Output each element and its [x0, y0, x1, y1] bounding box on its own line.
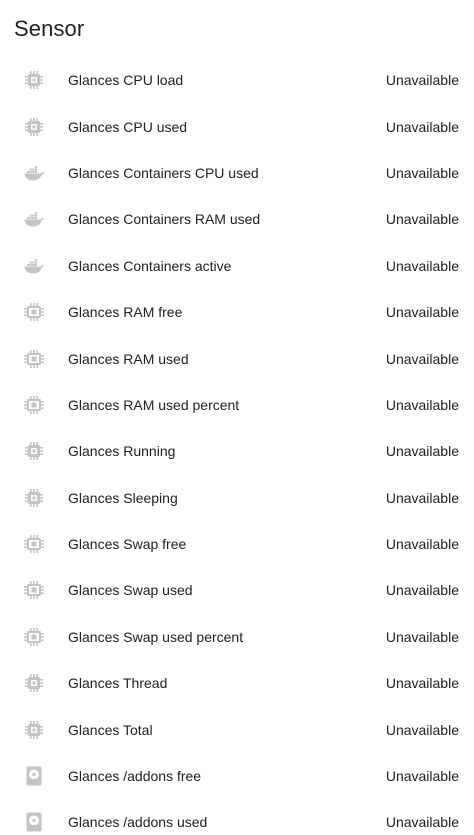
entity-state: Unavailable [385, 118, 459, 135]
entity-state: Unavailable [385, 582, 459, 599]
entity-name: Glances Sleeping [68, 489, 178, 506]
entity-name: Glances Thread [68, 675, 168, 692]
entity-name: Glances RAM free [68, 304, 183, 321]
entity-state: Unavailable [385, 814, 459, 831]
memory-icon [22, 532, 46, 556]
chip-icon [22, 486, 46, 510]
sensor-card: Sensor Glances CPU load Unavailable Glan… [0, 0, 474, 835]
entity-row[interactable]: Glances /addons free Unavailable [0, 753, 474, 799]
harddisk-icon [22, 810, 46, 834]
entity-state: Unavailable [385, 211, 459, 228]
memory-icon [22, 393, 46, 417]
entity-row[interactable]: Glances /addons used Unavailable [0, 799, 474, 835]
entity-state: Unavailable [385, 628, 459, 645]
entity-name: Glances Swap used [68, 582, 193, 599]
entity-row[interactable]: Glances Swap free Unavailable [0, 521, 474, 567]
entity-row[interactable]: Glances Swap used percent Unavailable [0, 614, 474, 660]
chip-icon [22, 115, 46, 139]
entity-row[interactable]: Glances CPU used Unavailable [0, 103, 474, 149]
harddisk-icon [22, 764, 46, 788]
memory-icon [22, 578, 46, 602]
entity-state: Unavailable [385, 721, 459, 738]
entity-name: Glances /addons free [68, 768, 202, 785]
entity-state: Unavailable [385, 72, 459, 89]
memory-icon [22, 347, 46, 371]
entity-name: Glances CPU used [68, 118, 188, 135]
entity-name: Glances Running [68, 443, 176, 460]
entity-name: Glances Containers CPU used [68, 164, 259, 181]
entity-row[interactable]: Glances Containers CPU used Unavailable [0, 150, 474, 196]
entity-name: Glances Swap free [68, 536, 187, 553]
entity-row[interactable]: Glances Total Unavailable [0, 706, 474, 752]
entity-row[interactable]: Glances RAM used Unavailable [0, 335, 474, 381]
entity-name: Glances RAM used percent [68, 396, 240, 413]
entity-name: Glances Containers RAM used [68, 211, 261, 228]
entity-name: Glances CPU load [68, 72, 184, 89]
chip-icon [22, 671, 46, 695]
entity-state: Unavailable [385, 443, 459, 460]
entity-state: Unavailable [385, 304, 459, 321]
entity-row[interactable]: Glances RAM used percent Unavailable [0, 382, 474, 428]
entity-row[interactable]: Glances Sleeping Unavailable [0, 475, 474, 521]
entity-row[interactable]: Glances Thread Unavailable [0, 660, 474, 706]
entity-state: Unavailable [385, 536, 459, 553]
entity-row[interactable]: Glances Running Unavailable [0, 428, 474, 474]
entity-name: Glances Swap used percent [68, 628, 244, 645]
docker-icon [22, 254, 46, 278]
entity-list: Glances CPU load Unavailable Glances CPU… [0, 57, 474, 835]
entity-state: Unavailable [385, 396, 459, 413]
entity-row[interactable]: Glances CPU load Unavailable [0, 57, 474, 103]
entity-state: Unavailable [385, 489, 459, 506]
chip-icon [22, 718, 46, 742]
entity-row[interactable]: Glances Swap used Unavailable [0, 567, 474, 613]
entity-name: Glances Total [68, 721, 153, 738]
entity-row[interactable]: Glances Containers RAM used Unavailable [0, 196, 474, 242]
entity-row[interactable]: Glances RAM free Unavailable [0, 289, 474, 335]
chip-icon [22, 68, 46, 92]
memory-icon [22, 625, 46, 649]
entity-state: Unavailable [385, 675, 459, 692]
docker-icon [22, 161, 46, 185]
docker-icon [22, 207, 46, 231]
entity-name: Glances /addons used [68, 814, 208, 831]
entity-state: Unavailable [385, 164, 459, 181]
entity-name: Glances RAM used [68, 350, 189, 367]
entity-state: Unavailable [385, 768, 459, 785]
entity-state: Unavailable [385, 350, 459, 367]
entity-state: Unavailable [385, 257, 459, 274]
entity-name: Glances Containers active [68, 257, 232, 274]
memory-icon [22, 300, 46, 324]
entity-row[interactable]: Glances Containers active Unavailable [0, 243, 474, 289]
card-title: Sensor [14, 16, 85, 41]
chip-icon [22, 439, 46, 463]
